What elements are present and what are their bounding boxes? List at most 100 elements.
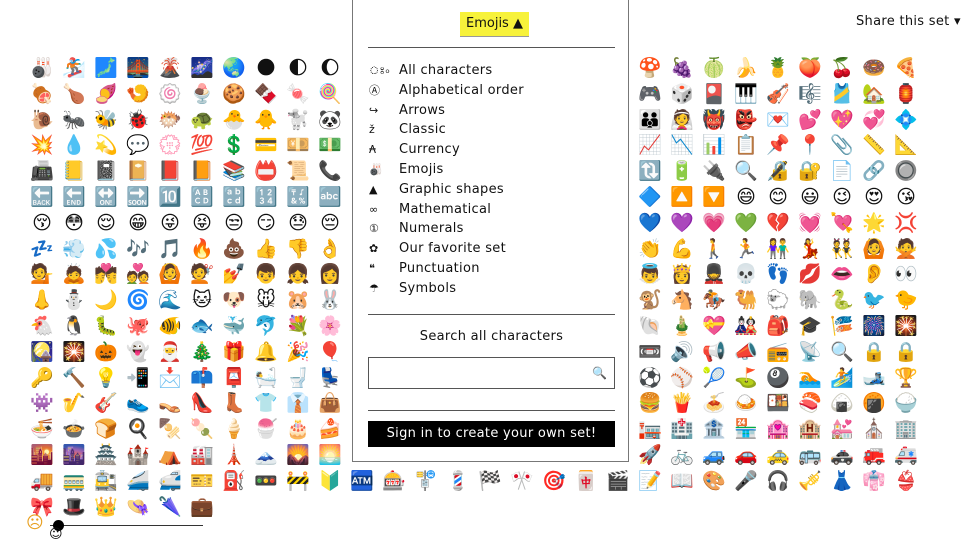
emoji-cell[interactable]: 📲 bbox=[123, 365, 153, 391]
emoji-cell[interactable]: 🍝 bbox=[699, 390, 729, 416]
emoji-cell[interactable]: 👠 bbox=[187, 390, 217, 416]
emoji-cell[interactable]: 🏢 bbox=[891, 416, 921, 442]
emoji-cell[interactable]: 🎸 bbox=[91, 390, 121, 416]
emoji-cell[interactable]: 🔒 bbox=[859, 339, 889, 365]
emoji-cell[interactable]: 💇 bbox=[187, 261, 217, 287]
emoji-cell[interactable]: 💂 bbox=[699, 261, 729, 287]
emoji-cell[interactable]: 🔌 bbox=[699, 158, 729, 184]
category-item[interactable]: ① Numerals bbox=[369, 219, 524, 239]
emoji-cell[interactable]: 🐢 bbox=[187, 107, 217, 133]
emoji-cell[interactable]: 📠 bbox=[27, 158, 57, 184]
category-item[interactable]: ❝ Punctuation bbox=[369, 259, 524, 279]
emoji-cell[interactable]: 📩 bbox=[155, 365, 185, 391]
emoji-cell[interactable]: 📡 bbox=[795, 339, 825, 365]
emoji-cell[interactable]: 🍜 bbox=[27, 416, 57, 442]
emoji-cell[interactable]: 🍖 bbox=[27, 81, 57, 107]
size-slider-track[interactable] bbox=[50, 525, 203, 526]
emoji-cell[interactable]: 🌆 bbox=[59, 442, 89, 468]
emoji-cell[interactable]: 📐 bbox=[891, 132, 921, 158]
emoji-cell[interactable]: 🐰 bbox=[315, 287, 345, 313]
emoji-cell[interactable]: 🍲 bbox=[59, 416, 89, 442]
emoji-cell[interactable]: 🍈 bbox=[699, 55, 729, 81]
emoji-cell[interactable]: 🔐 bbox=[795, 158, 825, 184]
emoji-cell[interactable]: 🚙 bbox=[699, 442, 729, 468]
emoji-cell[interactable]: 👟 bbox=[123, 390, 153, 416]
emoji-cell[interactable]: 🎤 bbox=[731, 468, 761, 494]
emoji-cell[interactable]: 📄 bbox=[827, 158, 857, 184]
emoji-cell[interactable]: 🏪 bbox=[731, 416, 761, 442]
emoji-cell[interactable]: 🎿 bbox=[859, 365, 889, 391]
emoji-cell[interactable]: 🔰 bbox=[315, 468, 345, 494]
emoji-cell[interactable]: 📈 bbox=[635, 132, 665, 158]
emoji-cell[interactable]: 🏄 bbox=[827, 365, 857, 391]
emoji-cell[interactable]: 💋 bbox=[795, 261, 825, 287]
emoji-cell[interactable]: 🎰 bbox=[379, 468, 409, 494]
emoji-cell[interactable]: 🐜 bbox=[59, 107, 89, 133]
emoji-cell[interactable]: 🌊 bbox=[155, 287, 185, 313]
emoji-cell[interactable]: 🔛 bbox=[91, 184, 121, 210]
emoji-cell[interactable]: 😚 bbox=[27, 210, 57, 236]
search-icon[interactable]: 🔍 bbox=[592, 366, 607, 380]
emoji-cell[interactable]: 🌉 bbox=[123, 55, 153, 81]
emoji-cell[interactable]: 📮 bbox=[219, 365, 249, 391]
emoji-cell[interactable]: 🚒 bbox=[859, 442, 889, 468]
emoji-cell[interactable]: 🍗 bbox=[59, 81, 89, 107]
emoji-cell[interactable]: 🔠 bbox=[187, 184, 217, 210]
emoji-cell[interactable]: 👾 bbox=[27, 390, 57, 416]
emoji-cell[interactable]: 📛 bbox=[251, 158, 281, 184]
emoji-cell[interactable]: 😓 bbox=[283, 210, 313, 236]
category-item[interactable]: ✿ Our favorite set bbox=[369, 239, 524, 259]
emoji-cell[interactable]: 🎎 bbox=[731, 313, 761, 339]
emoji-cell[interactable]: 🏧 bbox=[347, 468, 377, 494]
search-input[interactable] bbox=[375, 358, 589, 388]
emoji-cell[interactable]: 🔡 bbox=[219, 184, 249, 210]
emoji-cell[interactable]: 💏 bbox=[91, 261, 121, 287]
emoji-cell[interactable]: 👜 bbox=[315, 390, 345, 416]
emoji-cell[interactable]: 🍤 bbox=[123, 81, 153, 107]
emoji-cell[interactable]: 🏣 bbox=[635, 416, 665, 442]
emoji-cell[interactable]: 🎓 bbox=[795, 313, 825, 339]
emoji-cell[interactable]: ⚾ bbox=[667, 365, 697, 391]
emoji-cell[interactable]: 🐞 bbox=[123, 107, 153, 133]
emoji-cell[interactable]: 📖 bbox=[667, 468, 697, 494]
emoji-cell[interactable]: 🍭 bbox=[315, 81, 345, 107]
emoji-cell[interactable]: 👰 bbox=[667, 107, 697, 133]
emoji-cell[interactable]: 👧 bbox=[283, 261, 313, 287]
emoji-cell[interactable]: 🍩 bbox=[859, 55, 889, 81]
emoji-cell[interactable]: 🔊 bbox=[667, 339, 697, 365]
emoji-cell[interactable]: 🍄 bbox=[635, 55, 665, 81]
emoji-cell[interactable]: 💈 bbox=[443, 468, 473, 494]
emoji-cell[interactable]: 🌔 bbox=[315, 55, 345, 81]
emoji-cell[interactable]: 👏 bbox=[635, 236, 665, 262]
emoji-cell[interactable]: 😜 bbox=[155, 210, 185, 236]
emoji-cell[interactable]: 🙆 bbox=[155, 261, 185, 287]
category-item[interactable]: ঃ৹ All characters bbox=[369, 61, 524, 81]
category-menu-button[interactable]: Emojis ▲ bbox=[460, 12, 529, 37]
emoji-cell[interactable]: 🐟 bbox=[187, 313, 217, 339]
emoji-cell[interactable]: 🎱 bbox=[763, 365, 793, 391]
emoji-cell[interactable]: 🐭 bbox=[251, 287, 281, 313]
emoji-cell[interactable]: 💔 bbox=[763, 210, 793, 236]
emoji-cell[interactable]: 🐳 bbox=[219, 313, 249, 339]
emoji-cell[interactable]: 🍕 bbox=[891, 55, 921, 81]
emoji-cell[interactable]: 🎉 bbox=[283, 339, 313, 365]
emoji-cell[interactable]: 🚧 bbox=[283, 468, 313, 494]
emoji-cell[interactable]: 🀄 bbox=[571, 468, 601, 494]
emoji-cell[interactable]: 🍨 bbox=[187, 81, 217, 107]
emoji-cell[interactable]: 🏰 bbox=[123, 442, 153, 468]
emoji-cell[interactable]: 🚽 bbox=[283, 365, 313, 391]
emoji-cell[interactable]: 💧 bbox=[59, 132, 89, 158]
emoji-cell[interactable]: 🗼 bbox=[219, 442, 249, 468]
emoji-cell[interactable]: 😳 bbox=[59, 210, 89, 236]
emoji-cell[interactable]: 🐱 bbox=[187, 287, 217, 313]
emoji-cell[interactable]: 🎍 bbox=[667, 313, 697, 339]
share-set-menu[interactable]: Share this set ▾ bbox=[856, 14, 961, 29]
emoji-cell[interactable]: 📣 bbox=[731, 339, 761, 365]
emoji-cell[interactable]: 🏦 bbox=[699, 416, 729, 442]
emoji-cell[interactable]: 😍 bbox=[859, 184, 889, 210]
emoji-cell[interactable]: 👪 bbox=[635, 107, 665, 133]
emoji-cell[interactable]: 👙 bbox=[891, 468, 921, 494]
category-item[interactable]: ž Classic bbox=[369, 120, 524, 140]
emoji-cell[interactable]: 👹 bbox=[699, 107, 729, 133]
emoji-cell[interactable]: 🔢 bbox=[251, 184, 281, 210]
